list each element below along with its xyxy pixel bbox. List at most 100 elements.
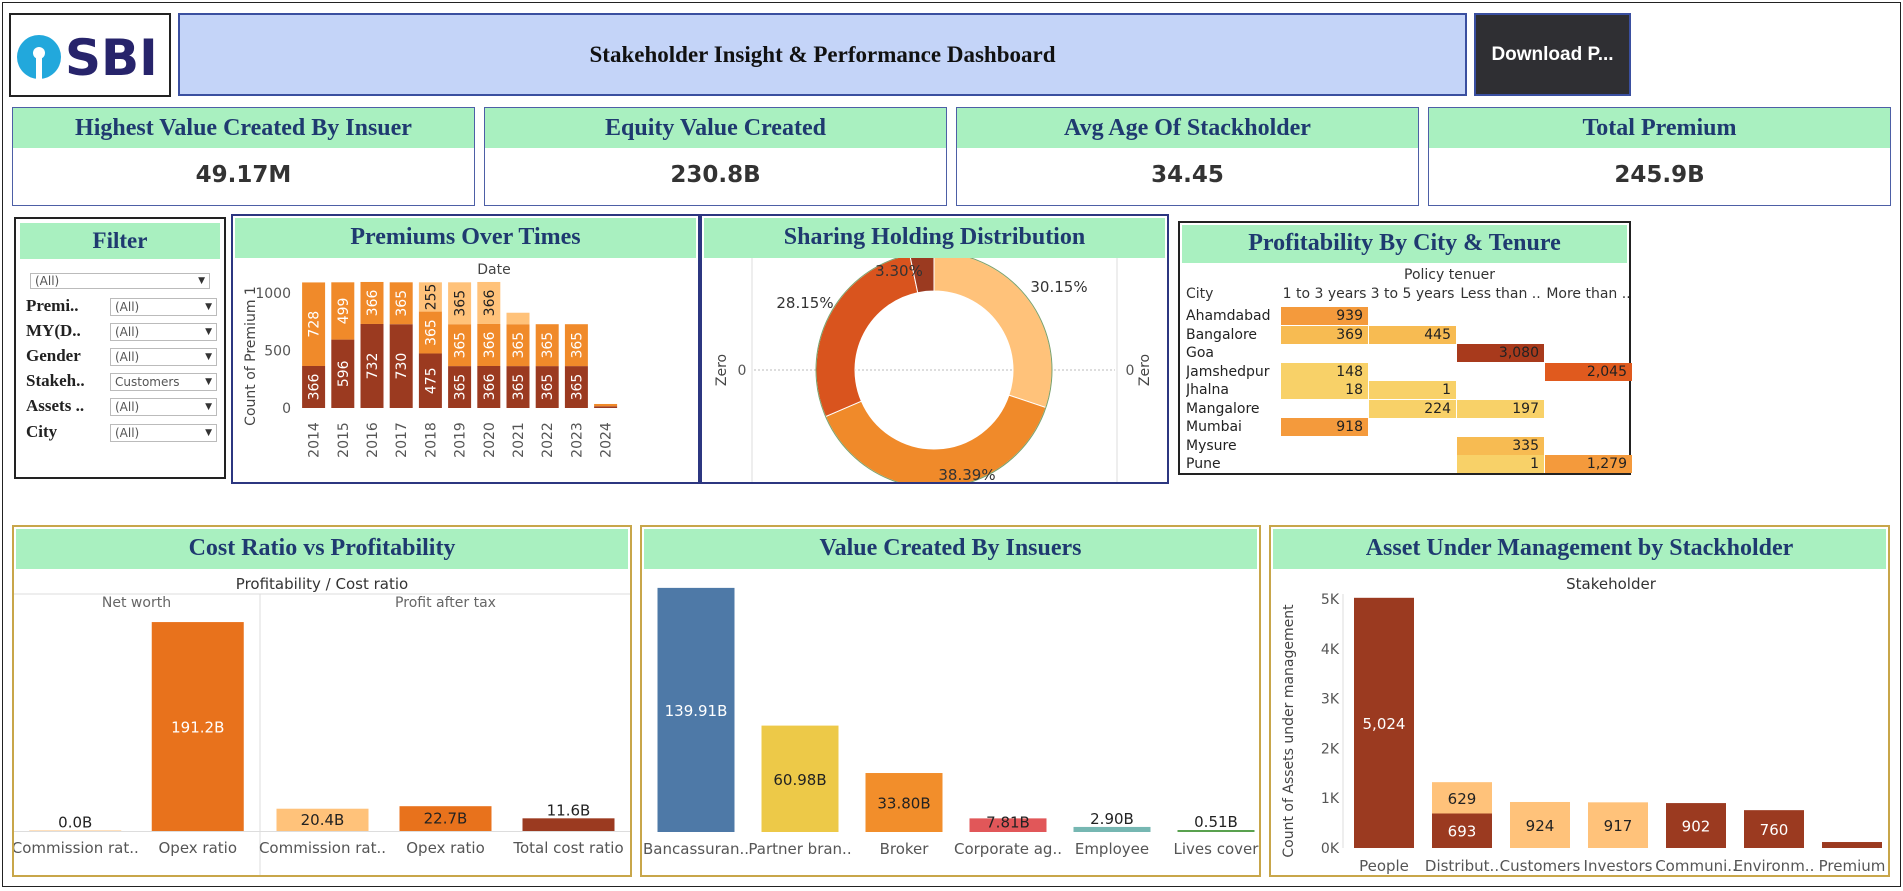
heatmap-cell[interactable]: 18 — [1281, 381, 1368, 399]
group-label: Net worth — [102, 595, 171, 611]
heatmap-cell[interactable]: 369 — [1281, 325, 1368, 344]
premium-bar-label: 365 — [453, 332, 469, 359]
premium-bar-label: 365 — [540, 332, 556, 359]
premiums-title: Premiums Over Times — [235, 218, 696, 258]
premiums-chart: Date Count of Premium 1 0 500 1000 366 728 20… — [243, 262, 618, 458]
filter-select-stakeholder[interactable]: Customers ▼ — [110, 373, 217, 391]
city-label: Ahamdabad — [1186, 308, 1271, 324]
table-row: Mysure 335 — [1180, 436, 1629, 455]
heatmap-cell[interactable]: 918 — [1281, 418, 1368, 436]
x-tick-label: 2023 — [569, 422, 585, 458]
costratio-chart-title: Profitability / Cost ratio — [236, 575, 408, 593]
filter-label: Premi.. — [26, 296, 79, 315]
value-bar-label: 0.51B — [1194, 813, 1238, 831]
premium-bar-label: 365 — [569, 374, 585, 401]
profitability-column-header: 3 to 5 years — [1370, 286, 1455, 302]
filter-row-gender: Gender (All) ▼ — [24, 346, 220, 366]
x-tick-label: Opex ratio — [158, 839, 237, 857]
aum-bar-label: 5,024 — [1363, 715, 1406, 733]
premium-bar — [594, 406, 618, 408]
profitability-table: Ahamdabad 939 Bangalore 369 445 Goa 3,080 Jamsh… — [1180, 307, 1632, 473]
table-row: Jamshedpur 148 2,045 — [1180, 362, 1632, 381]
x-tick-label: Commission rat.. — [14, 839, 139, 857]
aum-panel: Asset Under Management by Stackholder St… — [1269, 525, 1890, 877]
download-button[interactable]: Download P... — [1474, 13, 1631, 96]
aum-bar-label: 924 — [1526, 817, 1555, 835]
x-tick-label: Partner bran.. — [748, 840, 851, 858]
x-tick-label: 2016 — [365, 422, 381, 458]
heatmap-cell[interactable]: 224 — [1369, 399, 1456, 418]
cost-bar-label: 0.0B — [58, 814, 92, 832]
filter-select-gender[interactable]: (All) ▼ — [110, 348, 217, 366]
premium-bar — [594, 403, 618, 407]
city-label: Mangalore — [1186, 400, 1260, 417]
filter-row-city: City (All) ▼ — [24, 422, 220, 442]
premium-bar-label: 365 — [540, 374, 556, 401]
profitability-column-header: Less than .. — [1460, 286, 1541, 302]
filter-select-my[interactable]: (All) ▼ — [110, 323, 217, 341]
filter-row-my: MY(D.. (All) ▼ — [24, 321, 220, 341]
sharing-title: Sharing Holding Distribution — [704, 218, 1165, 258]
heatmap-cell[interactable]: 939 — [1281, 307, 1368, 325]
y-tick-label: 1000 — [255, 286, 291, 302]
x-tick-label: Lives cover — [1174, 840, 1259, 858]
filter-value: (All) — [115, 300, 140, 314]
heatmap-cell[interactable]: 148 — [1281, 362, 1368, 381]
filter-title: Filter — [20, 223, 220, 259]
filter-label: City — [26, 422, 58, 441]
filter-select-premium[interactable]: (All) ▼ — [110, 298, 217, 316]
table-row: Goa 3,080 — [1180, 344, 1629, 362]
kpi-equity-value: Equity Value Created 230.8B — [484, 107, 947, 206]
aum-title: Asset Under Management by Stackholder — [1273, 529, 1886, 569]
heatmap-cell[interactable]: 445 — [1369, 325, 1456, 344]
zero-axis-label-right: Zero — [1137, 354, 1153, 386]
kpi-value: 49.17M — [195, 162, 292, 188]
heatmap-cell[interactable]: 1 — [1369, 381, 1456, 399]
heatmap-cell[interactable]: 335 — [1457, 436, 1544, 455]
filter-select-city[interactable]: (All) ▼ — [110, 424, 217, 442]
premium-bar-label: 365 — [453, 374, 469, 401]
premium-bar-label: 596 — [336, 360, 352, 387]
premium-bar-label: 728 — [307, 311, 323, 338]
zero-tick-right: 0 — [1126, 363, 1135, 379]
city-label: Mumbai — [1186, 419, 1242, 435]
filter-top-value: (All) — [35, 274, 60, 288]
sharing-chart: Zero 0 Zero 0 30.15% 38.39% 28.15% 3.30% — [714, 258, 1153, 482]
x-tick-label: Premium — [1819, 857, 1886, 875]
x-tick-label: 2015 — [336, 422, 352, 458]
chevron-down-icon: ▼ — [205, 402, 212, 412]
profitability-column-group: Policy tenuer — [1404, 267, 1495, 283]
heatmap-cell[interactable]: 3,080 — [1457, 344, 1544, 362]
y-tick-label: 5K — [1321, 592, 1340, 608]
y-tick-label: 3K — [1321, 692, 1340, 708]
x-tick-label: Employee — [1075, 840, 1149, 858]
costratio-chart: Profitability / Cost ratio Net worth 0.0B… — [14, 575, 630, 875]
heatmap-cell[interactable]: 2,045 — [1545, 362, 1632, 381]
filter-value: (All) — [115, 350, 140, 364]
x-tick-label: 2024 — [599, 422, 615, 458]
city-label: Jhalna — [1186, 382, 1229, 398]
city-label: Goa — [1186, 345, 1214, 361]
aum-bar-label: 629 — [1448, 790, 1477, 808]
value-bar-label: 7.81B — [986, 813, 1030, 831]
x-tick-label: 2021 — [511, 422, 527, 458]
table-row: Mumbai 918 — [1180, 418, 1629, 436]
zero-axis-label-left: Zero — [714, 354, 730, 386]
cost-bar-label: 11.6B — [547, 801, 591, 819]
city-label: Jamshedpur — [1186, 363, 1270, 380]
heatmap-cell[interactable]: 1 — [1457, 455, 1544, 473]
x-tick-label: Customers — [1500, 857, 1581, 875]
filter-row-premium: Premi.. (All) ▼ — [24, 296, 220, 316]
heatmap-cell[interactable]: 197 — [1457, 399, 1544, 418]
value-bar-label: 139.91B — [665, 702, 728, 720]
filter-value: (All) — [115, 325, 140, 339]
cost-bar — [522, 818, 615, 831]
heatmap-cell[interactable]: 1,279 — [1545, 455, 1632, 473]
donut-slice-label: 3.30% — [875, 262, 923, 280]
premium-bar — [506, 312, 530, 325]
costratio-title: Cost Ratio vs Profitability — [16, 529, 628, 569]
filter-top-select[interactable]: (All) ▼ — [30, 273, 210, 289]
dashboard-title-text: Stakeholder Insight & Performance Dashbo… — [589, 41, 1056, 67]
value-bar-label: 60.98B — [773, 771, 826, 789]
filter-select-assets[interactable]: (All) ▼ — [110, 398, 217, 416]
